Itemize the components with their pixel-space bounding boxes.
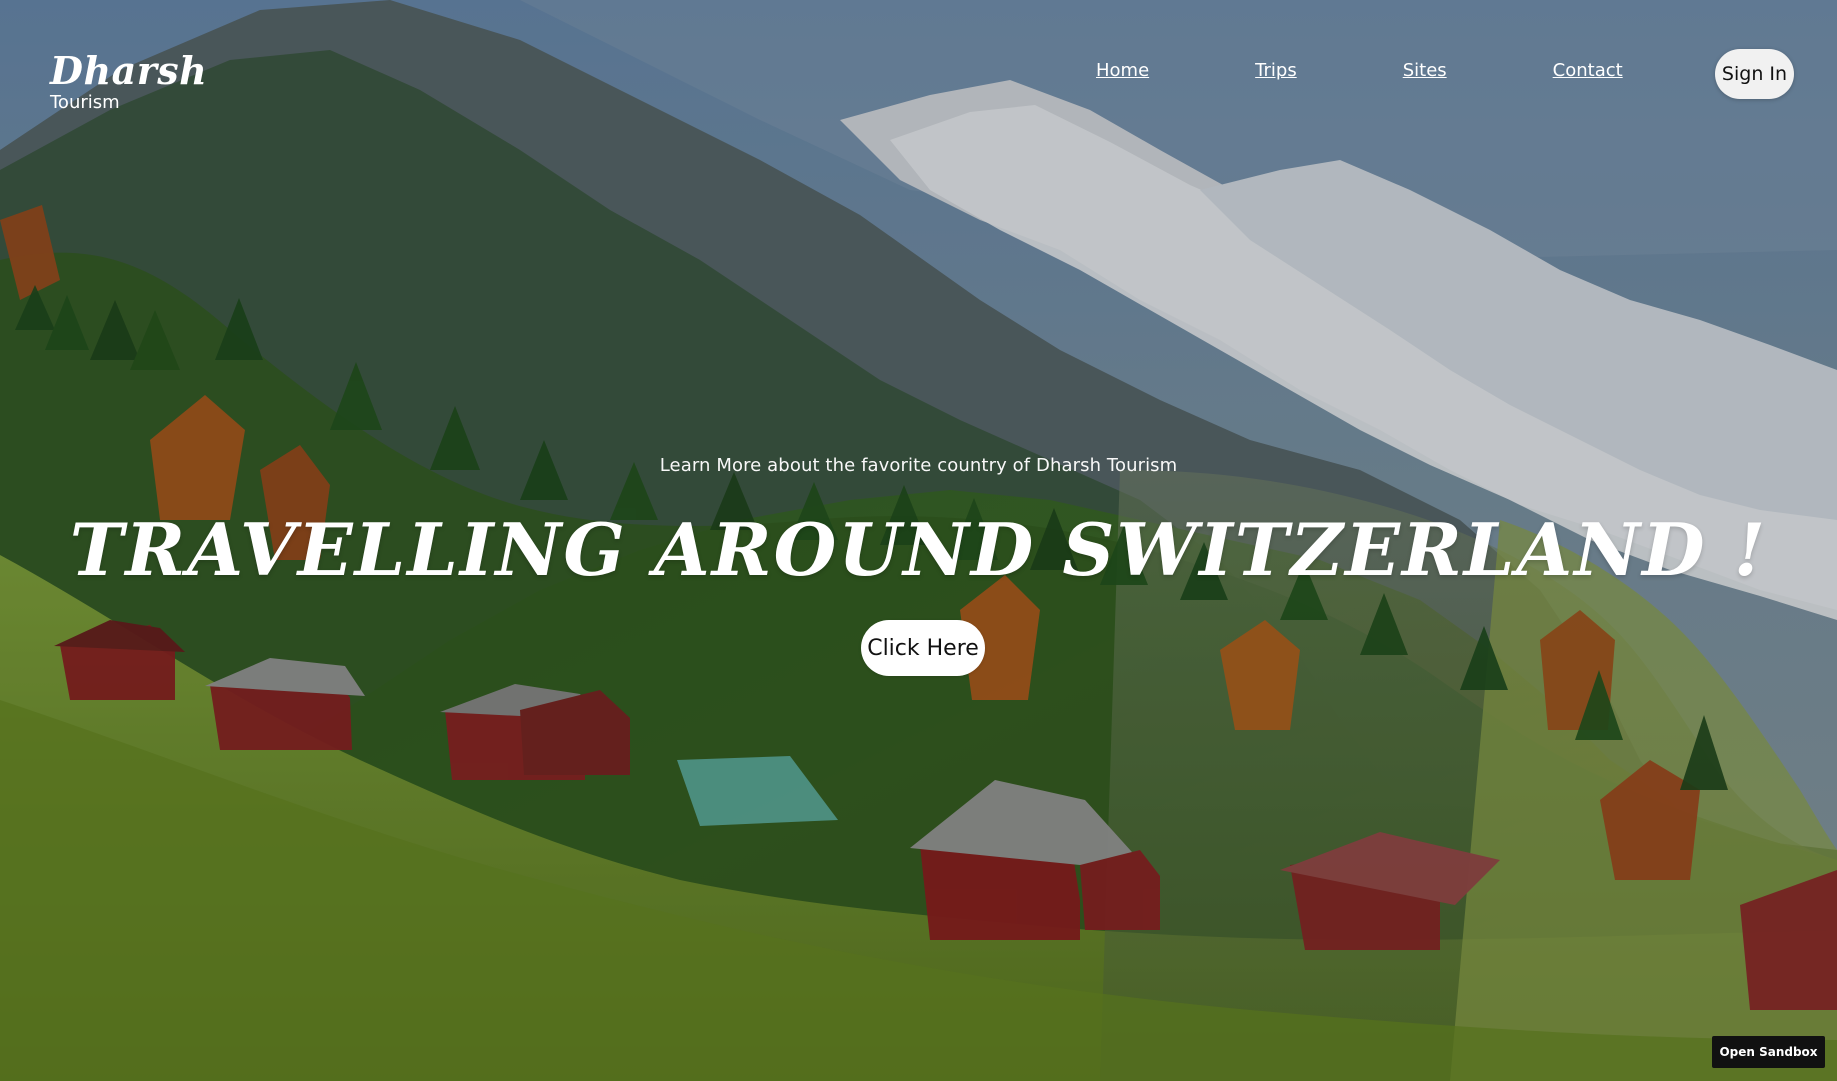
nav-sites-link[interactable]: Sites — [1403, 62, 1447, 80]
hero-tagline: Learn More about the favorite country of… — [659, 455, 1178, 476]
top-navigation: Home Trips Sites Contact — [1096, 62, 1623, 80]
nav-trips-link[interactable]: Trips — [1255, 62, 1297, 80]
hero-headline: TRAVELLING AROUND SWITZERLAND ! — [69, 507, 1768, 592]
nav-contact-link[interactable]: Contact — [1553, 62, 1623, 80]
brand-logo[interactable]: Dharsh Tourism — [50, 52, 207, 114]
hero-background: Dharsh Tourism Home Trips Sites Contact … — [0, 0, 1837, 1081]
brand-subtitle: Tourism — [50, 92, 120, 113]
click-here-button[interactable]: Click Here — [861, 620, 985, 676]
brand-title: Dharsh — [50, 48, 208, 93]
nav-home-link[interactable]: Home — [1096, 62, 1149, 80]
open-sandbox-button[interactable]: Open Sandbox — [1712, 1036, 1825, 1068]
sign-in-button[interactable]: Sign In — [1715, 49, 1794, 99]
